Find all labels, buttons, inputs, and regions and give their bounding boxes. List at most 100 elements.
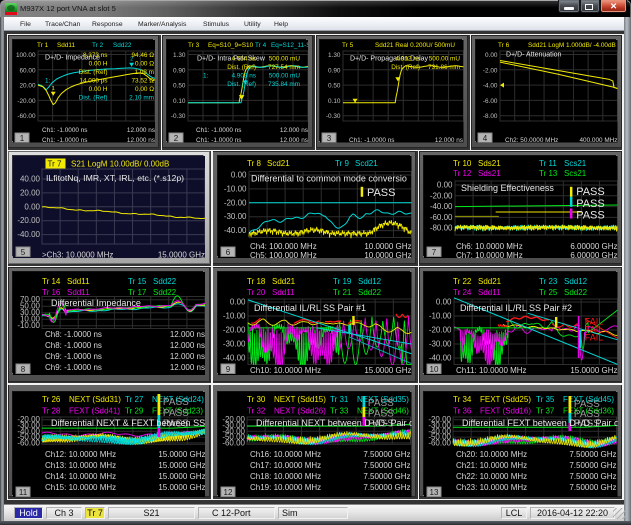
svg-text:Tr 19: Tr 19 bbox=[333, 277, 352, 286]
svg-text:13: 13 bbox=[430, 488, 439, 497]
svg-text:-2.00: -2.00 bbox=[483, 67, 498, 74]
svg-text:2: 2 bbox=[174, 134, 179, 143]
svg-text:Tr 16: Tr 16 bbox=[42, 288, 61, 297]
svg-text:Ch1: -1.0000 ns: Ch1: -1.0000 ns bbox=[196, 137, 241, 144]
svg-text:-60.00: -60.00 bbox=[222, 438, 245, 447]
svg-text:15.0000 GHz: 15.0000 GHz bbox=[158, 450, 205, 459]
svg-text:Tr 4: Tr 4 bbox=[255, 42, 267, 49]
svg-text:400.000 MHz: 400.000 MHz bbox=[579, 137, 617, 144]
svg-text:Tr 32: Tr 32 bbox=[247, 407, 266, 416]
svg-text:Sds21: Sds21 bbox=[478, 159, 501, 168]
svg-text:12.000 ns: 12.000 ns bbox=[280, 127, 308, 134]
svg-text:15.0000 GHz: 15.0000 GHz bbox=[158, 483, 205, 492]
svg-text:Tr 13: Tr 13 bbox=[539, 169, 558, 178]
svg-text:Dist. (Ref): Dist. (Ref) bbox=[79, 95, 108, 102]
svg-text:0.00 H: 0.00 H bbox=[89, 86, 108, 93]
svg-text:-20.00: -20.00 bbox=[223, 326, 246, 335]
svg-text:3: 3 bbox=[327, 134, 332, 143]
svg-text:12.000 ns: 12.000 ns bbox=[127, 137, 155, 144]
svg-text:7: 7 bbox=[432, 248, 437, 257]
svg-text:Dist. (Ref): Dist. (Ref) bbox=[79, 69, 108, 76]
svg-text:Differential IL/RL SS Pair #2: Differential IL/RL SS Pair #2 bbox=[460, 303, 572, 313]
svg-text:Tr 15: Tr 15 bbox=[128, 277, 147, 286]
svg-text:735.84 mm: 735.84 mm bbox=[268, 81, 300, 88]
svg-text:0.10: 0.10 bbox=[173, 98, 186, 105]
svg-text:500.00 mU: 500.00 mU bbox=[429, 56, 461, 63]
svg-text:7.50000 GHz: 7.50000 GHz bbox=[569, 450, 616, 459]
svg-text:Tr 5: Tr 5 bbox=[342, 42, 354, 49]
svg-text:Sdd11: Sdd11 bbox=[478, 288, 501, 297]
svg-text:D+/D- Attenuation: D+/D- Attenuation bbox=[506, 52, 562, 59]
svg-text:Scs21: Scs21 bbox=[564, 169, 587, 178]
svg-text:12.000 ns: 12.000 ns bbox=[127, 127, 155, 134]
svg-text:-10.00: -10.00 bbox=[17, 321, 40, 330]
svg-text:Ch15: 10.0000 MHz: Ch15: 10.0000 MHz bbox=[45, 483, 116, 492]
svg-text:Eq=S12_11-S1: Eq=S12_11-S1 bbox=[271, 42, 314, 49]
svg-text:Differential Impedance: Differential Impedance bbox=[51, 298, 141, 308]
svg-text:Dist. (Ref): Dist. (Ref) bbox=[391, 64, 420, 71]
svg-text:6.00000 GHz: 6.00000 GHz bbox=[570, 242, 617, 251]
svg-text:0.00 H: 0.00 H bbox=[89, 61, 108, 68]
svg-text:-6.00: -6.00 bbox=[483, 98, 498, 105]
svg-text:PASS: PASS bbox=[576, 210, 605, 222]
svg-text:7.50000 GHz: 7.50000 GHz bbox=[569, 461, 616, 470]
svg-text:0.50: 0.50 bbox=[173, 83, 186, 90]
svg-text:PASS: PASS bbox=[163, 397, 189, 408]
svg-text:Ch8: -1.0000 ns: Ch8: -1.0000 ns bbox=[45, 341, 102, 350]
svg-text:Ch13: 10.0000 MHz: Ch13: 10.0000 MHz bbox=[45, 461, 116, 470]
svg-text:PASS: PASS bbox=[367, 187, 396, 199]
svg-text:PASS: PASS bbox=[576, 186, 605, 198]
svg-text:1: 1 bbox=[20, 134, 25, 143]
svg-text:Tr 28: Tr 28 bbox=[42, 407, 61, 416]
svg-text:-8.00: -8.00 bbox=[483, 113, 498, 120]
svg-text:Tr 33: Tr 33 bbox=[330, 407, 349, 416]
svg-text:FAIL: FAIL bbox=[585, 333, 604, 343]
svg-text:1.30: 1.30 bbox=[173, 52, 186, 59]
svg-text:Tr 21: Tr 21 bbox=[333, 288, 352, 297]
svg-text:Ch22: 10.0000 MHz: Ch22: 10.0000 MHz bbox=[456, 472, 527, 481]
svg-text:ILfitotNq, IMR, XT, IRL, etc.: ILfitotNq, IMR, XT, IRL, etc. (*.s12p) bbox=[46, 173, 184, 183]
svg-text:-20.00: -20.00 bbox=[17, 216, 40, 225]
svg-text:20.00: 20.00 bbox=[20, 188, 41, 197]
svg-text:0.00: 0.00 bbox=[437, 181, 453, 190]
svg-text:94.46 Ω: 94.46 Ω bbox=[131, 52, 154, 59]
svg-text:6.00000 GHz: 6.00000 GHz bbox=[570, 251, 617, 260]
svg-text:2.10 mm: 2.10 mm bbox=[129, 95, 154, 102]
svg-text:Sdd21: Sdd21 bbox=[272, 277, 296, 286]
svg-text:Tr 6: Tr 6 bbox=[498, 42, 510, 49]
svg-text:Ch12: 10.0000 MHz: Ch12: 10.0000 MHz bbox=[45, 450, 116, 459]
svg-text:Sdd11: Sdd11 bbox=[67, 288, 90, 297]
svg-text:Tr 37: Tr 37 bbox=[536, 407, 555, 416]
svg-text:12.000 ns: 12.000 ns bbox=[435, 137, 463, 144]
svg-text:20.00: 20.00 bbox=[20, 83, 36, 90]
svg-text:Shielding Effectiveness: Shielding Effectiveness bbox=[461, 183, 554, 193]
svg-text:Ch1: -1.0000 ns: Ch1: -1.0000 ns bbox=[42, 127, 87, 134]
svg-text:Ch16: 10.0000 MHz: Ch16: 10.0000 MHz bbox=[250, 450, 321, 459]
svg-text:-20.00: -20.00 bbox=[430, 191, 453, 200]
svg-text:1:: 1: bbox=[203, 73, 209, 80]
svg-text:NEXT (Sdd15): NEXT (Sdd15) bbox=[274, 395, 326, 404]
svg-text:7.50000 GHz: 7.50000 GHz bbox=[569, 472, 616, 481]
svg-text:Differential IL/RL SS Pair #1: Differential IL/RL SS Pair #1 bbox=[254, 303, 366, 313]
svg-text:7.50000 GHz: 7.50000 GHz bbox=[363, 450, 410, 459]
svg-text:4.912 ns: 4.912 ns bbox=[395, 56, 420, 63]
svg-text:10: 10 bbox=[430, 365, 439, 374]
svg-text:Eq=S10_9=S10: Eq=S10_9=S10 bbox=[208, 42, 254, 49]
svg-text:73.52 Ω: 73.52 Ω bbox=[131, 78, 154, 85]
svg-text:4.903 ns: 4.903 ns bbox=[231, 73, 256, 80]
svg-text:NEXT (Sdd26): NEXT (Sdd26) bbox=[274, 407, 326, 416]
svg-text:-20.00: -20.00 bbox=[429, 326, 452, 335]
svg-text:8: 8 bbox=[21, 365, 26, 374]
svg-text:100.00: 100.00 bbox=[16, 52, 36, 59]
svg-text:5: 5 bbox=[21, 248, 26, 257]
svg-text:727.54 mm: 727.54 mm bbox=[268, 64, 300, 71]
svg-text:Ch23: 10.0000 MHz: Ch23: 10.0000 MHz bbox=[456, 483, 527, 492]
svg-text:-80.00: -80.00 bbox=[430, 224, 453, 233]
svg-text:12.000 ns: 12.000 ns bbox=[170, 363, 205, 372]
svg-text:15.0000 GHz: 15.0000 GHz bbox=[570, 366, 617, 375]
svg-text:Tr 8: Tr 8 bbox=[247, 159, 261, 168]
svg-text:Tr 7: Tr 7 bbox=[48, 160, 62, 169]
svg-text:11: 11 bbox=[19, 488, 28, 497]
svg-text:NEXT (Sdd31): NEXT (Sdd31) bbox=[69, 395, 121, 404]
svg-text:10.0000 GHz: 10.0000 GHz bbox=[364, 251, 411, 260]
